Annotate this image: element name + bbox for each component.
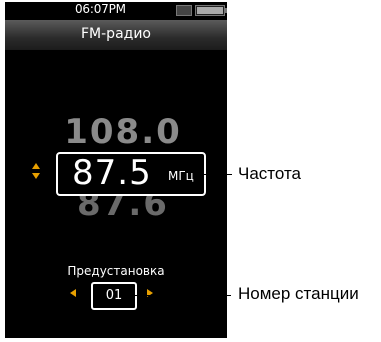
tune-arrows[interactable]: [32, 159, 42, 185]
player-screen: 06:07PM FM-радио 108.0 87.6 87.5 МГц Пре…: [5, 2, 227, 338]
frequency-unit: МГц: [168, 169, 194, 183]
station-callout-line: [135, 295, 231, 296]
preset-number: 01: [105, 288, 123, 303]
screen-title: FM-радио: [81, 26, 151, 42]
frequency-wheel[interactable]: 108.0 87.6 87.5 МГц: [5, 112, 227, 224]
clock: 06:07PM: [75, 2, 126, 16]
tune-down-arrow-icon[interactable]: [32, 173, 40, 179]
current-frequency: 87.5: [72, 153, 152, 193]
preset-label: Предустановка: [67, 264, 165, 278]
current-frequency-box[interactable]: 87.5 МГц: [56, 152, 206, 196]
battery-level: [197, 7, 223, 14]
tune-up-arrow-icon[interactable]: [32, 163, 40, 169]
frequency-callout: Частота: [238, 164, 302, 183]
status-bar: 06:07PM: [5, 2, 227, 18]
frequency-callout-line: [204, 174, 232, 175]
preset-number-box[interactable]: 01: [91, 282, 137, 310]
station-number-callout: Номер станции: [238, 284, 359, 303]
title-bar: FM-радио: [5, 20, 227, 50]
previous-frequency: 108.0: [64, 112, 182, 152]
preset-prev-arrow-icon[interactable]: [70, 289, 76, 297]
battery-icon: [195, 5, 227, 16]
hold-icon: [176, 5, 192, 16]
